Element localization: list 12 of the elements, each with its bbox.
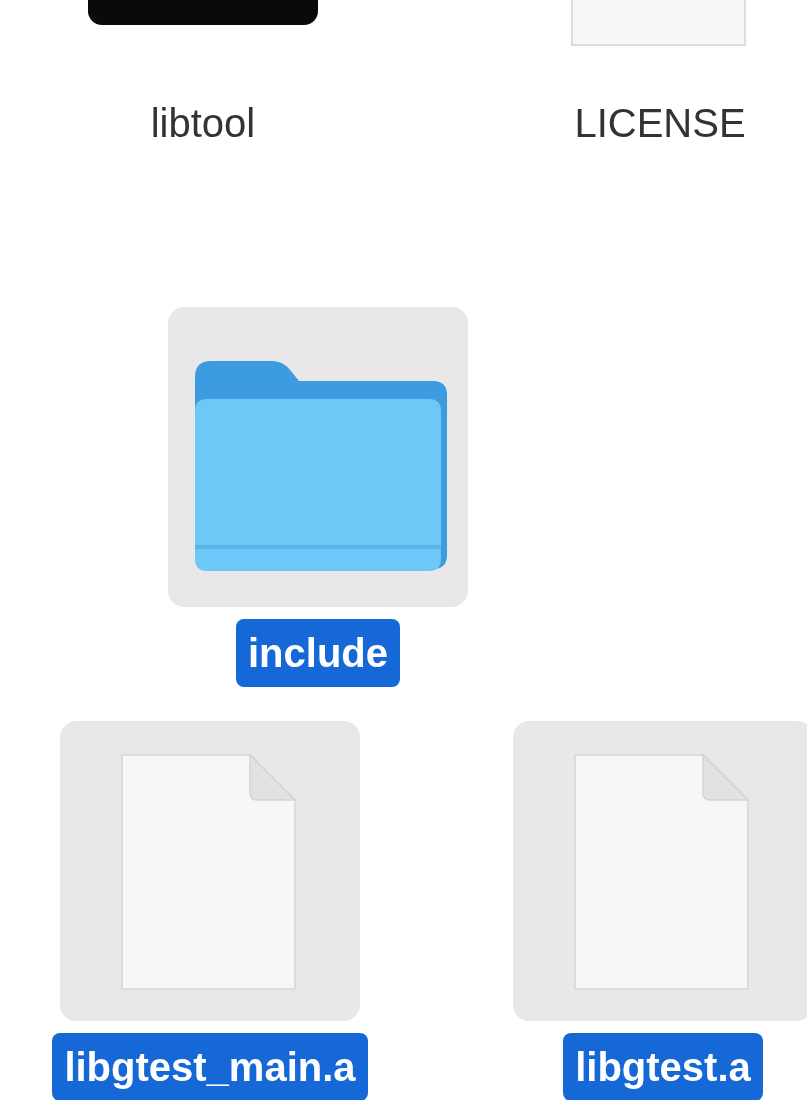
terminal-icon — [88, 0, 318, 25]
document-icon — [574, 754, 749, 990]
file-name-label[interactable]: libgtest_main.a — [52, 1033, 368, 1100]
file-name-label[interactable]: libtool — [138, 89, 268, 157]
document-icon — [121, 754, 296, 990]
selection-highlight[interactable] — [513, 721, 807, 1021]
selection-highlight[interactable] — [168, 307, 468, 607]
file-name-label[interactable]: libgtest.a — [563, 1033, 763, 1100]
folder-icon — [195, 361, 447, 571]
file-name-label[interactable]: LICENSE — [562, 89, 758, 157]
file-name-label[interactable]: include — [236, 619, 400, 687]
selection-highlight[interactable] — [60, 721, 360, 1021]
